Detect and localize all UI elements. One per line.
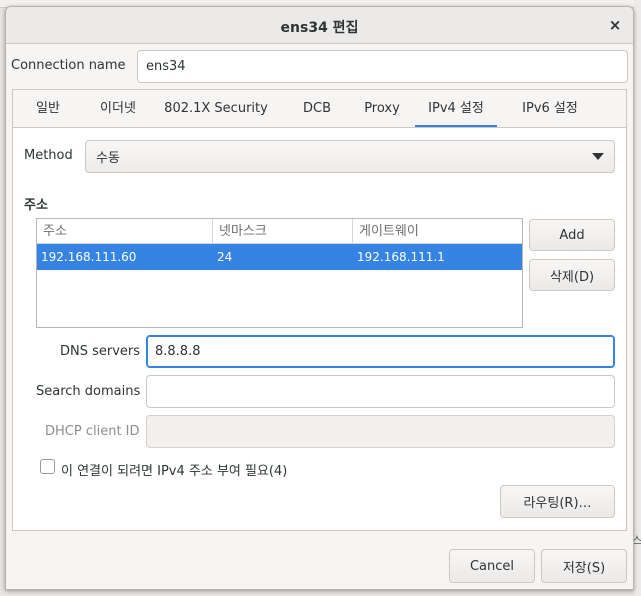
- connection-name-value: ens34: [146, 59, 186, 74]
- search-domains-label: Search domains: [36, 384, 141, 399]
- tab-ethernet[interactable]: 이더넷: [85, 90, 151, 128]
- dns-servers-input[interactable]: 8.8.8.8: [146, 335, 615, 368]
- addresses-table[interactable]: 주소 넷마스크 게이트웨이 192.168.111.60 24 192.168.…: [36, 218, 523, 328]
- dns-servers-label: DNS servers: [60, 344, 141, 359]
- tab-proxy[interactable]: Proxy: [353, 90, 411, 128]
- tab-general[interactable]: 일반: [23, 90, 73, 128]
- tab-8021x-security[interactable]: 802.1X Security: [161, 90, 271, 128]
- edit-connection-dialog: ens34 편집 × Connection name ens34 일반 이더넷 …: [5, 6, 634, 590]
- cancel-button[interactable]: Cancel: [449, 549, 535, 583]
- cell-gateway[interactable]: 192.168.111.1: [353, 244, 522, 270]
- require-ipv4-label[interactable]: 이 연결이 되려면 IPv4 주소 부여 필요(4): [61, 460, 287, 479]
- require-ipv4-checkbox[interactable]: [40, 459, 55, 474]
- method-dropdown[interactable]: 수동: [85, 140, 615, 173]
- titlebar: ens34 편집 ×: [6, 7, 633, 44]
- search-domains-input[interactable]: [146, 375, 615, 408]
- add-button[interactable]: Add: [529, 219, 615, 251]
- dhcp-client-id-label: DHCP client ID: [45, 424, 140, 439]
- connection-name-input[interactable]: ens34: [137, 50, 628, 83]
- column-header-gateway[interactable]: 게이트웨이: [353, 219, 522, 244]
- delete-button[interactable]: 삭제(D): [529, 259, 615, 291]
- table-row[interactable]: 192.168.111.60 24 192.168.111.1: [37, 244, 522, 270]
- cell-address[interactable]: 192.168.111.60: [37, 244, 213, 270]
- close-icon[interactable]: ×: [604, 14, 626, 36]
- tab-ipv6-settings[interactable]: IPv6 설정: [509, 90, 591, 128]
- method-label: Method: [24, 148, 73, 163]
- cell-netmask[interactable]: 24: [213, 244, 353, 270]
- routes-button[interactable]: 라우팅(R)…: [500, 485, 615, 518]
- tab-ipv4-settings[interactable]: IPv4 설정: [415, 90, 497, 128]
- column-header-address[interactable]: 주소: [37, 219, 213, 244]
- window-title: ens34 편집: [280, 20, 359, 36]
- tab-bar: 일반 이더넷 802.1X Security DCB Proxy IPv4 설정…: [12, 89, 627, 128]
- chevron-down-icon: [592, 153, 604, 160]
- addresses-heading: 주소: [24, 198, 48, 213]
- dhcp-client-id-input: [146, 415, 615, 448]
- dns-servers-value: 8.8.8.8: [155, 344, 201, 359]
- column-header-netmask[interactable]: 넷마스크: [213, 219, 353, 244]
- save-button[interactable]: 저장(S): [541, 549, 627, 583]
- table-header: 주소 넷마스크 게이트웨이: [37, 219, 522, 244]
- method-value: 수동: [96, 151, 120, 166]
- background-window-right: [634, 0, 641, 596]
- connection-name-label: Connection name: [11, 58, 126, 73]
- tab-dcb[interactable]: DCB: [291, 90, 343, 128]
